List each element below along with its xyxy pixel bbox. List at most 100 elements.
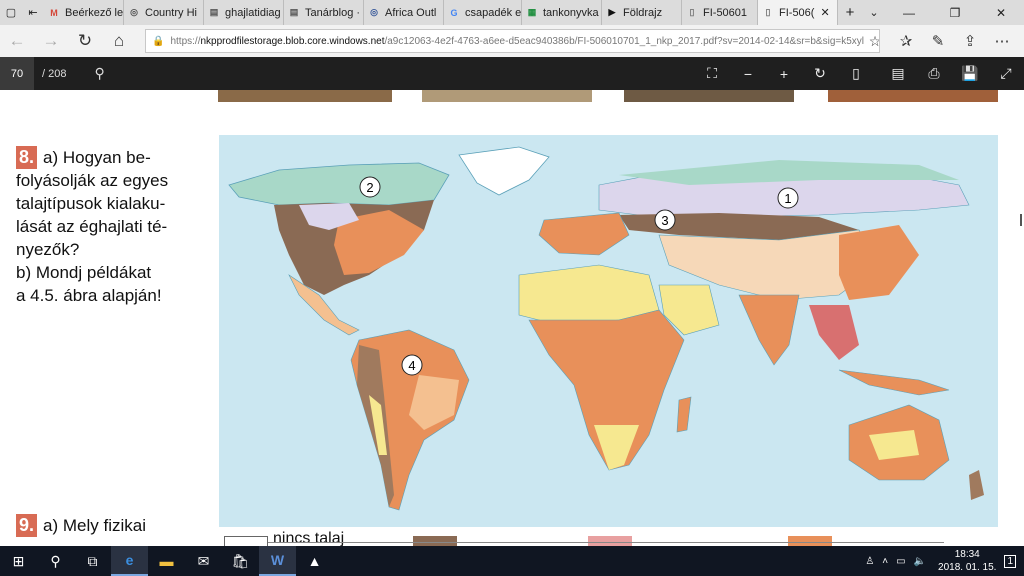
question-8-line: nyezők? <box>16 240 80 259</box>
fit-page-icon[interactable]: ⛶ <box>694 65 730 82</box>
question-8-line: folyásolják az egyes <box>16 171 169 190</box>
north-america-tundra <box>228 162 450 206</box>
legend-divider <box>268 542 944 543</box>
read-aloud-icon[interactable]: ▤ <box>880 65 916 82</box>
tab-manager-icon[interactable]: ▢ <box>0 0 22 25</box>
tab-label: csapadék e <box>465 6 522 19</box>
question-8-line: a) Hogyan be- <box>43 148 151 167</box>
close-tab-icon[interactable]: ✕ <box>820 6 829 19</box>
page-view-icon[interactable]: ▯ <box>838 65 874 82</box>
photos-icon[interactable]: ▲ <box>296 546 333 576</box>
pdf-icon: ▯ <box>689 7 695 17</box>
mail-icon[interactable]: ✉ <box>185 546 222 576</box>
photo-strip-1 <box>218 90 392 102</box>
word-icon[interactable]: W <box>259 546 296 576</box>
play-icon: ▶ <box>608 7 616 17</box>
new-tab-button[interactable]: + <box>838 0 862 25</box>
tab-label: FI-50601 <box>703 6 748 19</box>
address-field[interactable]: 🔒 https:// nkpprodfilestorage.blob.core.… <box>145 29 880 53</box>
tab-5[interactable]: ◎ Africa Outl <box>364 0 444 25</box>
tab-label: Africa Outl <box>385 6 437 19</box>
indonesia <box>838 369 950 396</box>
set-aside-tabs-icon[interactable]: ⇤ <box>22 0 44 25</box>
clock[interactable]: 18:34 2018. 01. 15. <box>938 548 996 574</box>
notification-icon[interactable]: 1 <box>1004 554 1016 568</box>
soil-map-svg: 1 2 3 4 <box>228 146 984 511</box>
file-explorer-icon[interactable]: ▬ <box>148 546 185 576</box>
tab-label: Földrajz <box>623 6 663 19</box>
marker-4-label: 4 <box>408 358 415 373</box>
question-8-line: a 4.5. ábra alapján! <box>16 286 162 305</box>
start-icon[interactable]: ⊞ <box>0 546 37 576</box>
taskbar: ⊞ ⚲ ⧉ e ▬ ✉ 🛍 W ▲ ♙ ˄ ▭ 🔈 18:34 2018. 01… <box>0 546 1024 576</box>
fullscreen-icon[interactable]: ⤢ <box>988 65 1024 82</box>
question-8-line: lását az éghajlati té- <box>16 217 168 236</box>
question-8-line: talajtípusok kialaku- <box>16 194 166 213</box>
question-8-line: b) Mondj példákat <box>16 263 152 282</box>
save-icon[interactable]: 💾 <box>952 65 988 82</box>
refresh-icon[interactable]: ↻ <box>68 31 102 51</box>
tab-label: Beérkező le <box>65 6 124 19</box>
zoom-in-icon[interactable]: + <box>766 66 802 82</box>
tab-8[interactable]: ▶ Földrajz <box>602 0 682 25</box>
favorite-star-icon[interactable]: ☆ <box>864 32 879 50</box>
tab-label: Tanárblog · <box>305 6 361 19</box>
question-9: 9. a) Mely fizikai <box>16 514 196 537</box>
url-host: nkpprodfilestorage.blob.core.windows.net <box>200 35 385 47</box>
marker-1: 1 <box>777 187 799 209</box>
legend-swatch-none <box>224 536 268 546</box>
home-icon[interactable]: ⌂ <box>102 31 136 51</box>
marker-3: 3 <box>654 209 676 231</box>
tab-2[interactable]: ◎ Country Hi <box>124 0 204 25</box>
legend-swatch-brown <box>413 536 457 546</box>
tab-6[interactable]: Gcsapadék e <box>444 0 522 25</box>
tab-1[interactable]: M Beérkező le <box>44 0 124 25</box>
url-prefix: https:// <box>170 35 201 47</box>
pen-icon[interactable]: ✎ <box>922 32 954 50</box>
volume-icon[interactable]: 🔈 <box>914 556 926 567</box>
zoom-out-icon[interactable]: − <box>730 66 766 82</box>
minimize-icon[interactable]: — <box>886 0 932 25</box>
rotate-icon[interactable]: ↻ <box>802 65 838 82</box>
store-icon[interactable]: 🛍 <box>222 546 259 576</box>
share-icon[interactable]: ⇪ <box>954 32 986 50</box>
chevron-up-icon[interactable]: ˄ <box>882 556 888 567</box>
page-number-input[interactable]: 70 <box>0 57 34 90</box>
scrollbar-thumb[interactable] <box>1020 214 1022 226</box>
search-icon[interactable]: ⚲ <box>94 65 104 82</box>
question-9-number: 9. <box>16 514 38 537</box>
tab-9[interactable]: ▯ FI-50601 <box>682 0 758 25</box>
more-icon[interactable]: ⋯ <box>986 32 1018 50</box>
page-icon: ▤ <box>289 7 299 17</box>
back-icon[interactable]: ← <box>0 31 34 51</box>
tab-4[interactable]: ▤ Tanárblog · <box>284 0 364 25</box>
tab-label: ghajlatidiag <box>225 6 281 19</box>
search-taskbar-icon[interactable]: ⚲ <box>37 546 74 576</box>
tab-3[interactable]: ▤ ghajlatidiag <box>204 0 284 25</box>
tab-preview-chevron-icon[interactable]: ⌄ <box>862 0 886 25</box>
question-8-number: 8. <box>16 146 38 169</box>
asia-east <box>839 225 919 300</box>
people-icon[interactable]: ♙ <box>865 556 874 567</box>
gmail-icon: M <box>50 7 58 18</box>
close-icon[interactable]: ✕ <box>978 0 1024 25</box>
url-path: /a9c12063-4e2f-4763-a6ee-d5eac940386b/FI… <box>384 35 865 47</box>
question-9-text: a) Mely fizikai <box>43 516 146 535</box>
tab-10[interactable]: ▯ FI-506(✕ <box>758 0 838 25</box>
task-view-icon[interactable]: ⧉ <box>74 546 111 576</box>
clock-time: 18:34 <box>954 549 980 560</box>
tab-label: FI-506( <box>779 6 815 19</box>
tab-label: Country Hi <box>145 6 197 19</box>
restore-icon[interactable]: ❐ <box>932 0 978 25</box>
greenland-shape <box>458 146 550 196</box>
network-icon[interactable]: ▭ <box>896 556 905 567</box>
pdf-toolbar: 70 / 208 ⚲ ⛶ − + ↻ ▯ ▤ ⎙ 💾 ⤢ <box>0 57 1024 90</box>
forward-icon[interactable]: → <box>34 31 68 51</box>
photo-strip-4 <box>828 90 998 102</box>
legend-label-none: nincs talaj <box>273 530 345 546</box>
favorites-icon[interactable]: ✰ <box>890 32 922 50</box>
tab-7[interactable]: ▦ tankonyvka <box>522 0 602 25</box>
edge-icon[interactable]: e <box>111 546 148 576</box>
print-icon[interactable]: ⎙ <box>916 65 952 82</box>
tab-strip: ▢ ⇤ M Beérkező le ◎ Country Hi ▤ ghajlatidiag… <box>0 0 1024 25</box>
